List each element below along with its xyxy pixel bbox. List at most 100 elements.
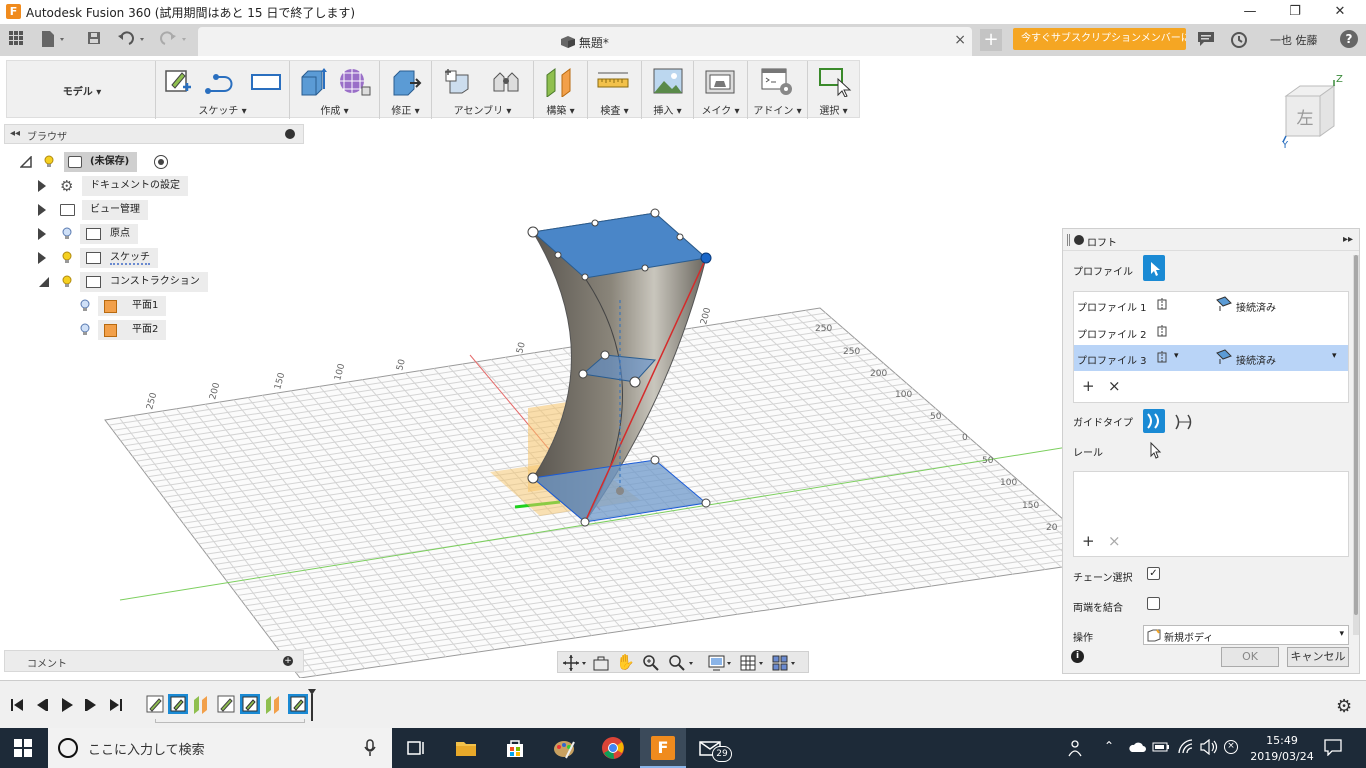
notifications-icon[interactable] [1324,738,1342,757]
continuity-icon[interactable] [1216,349,1232,365]
info-icon[interactable]: i [1071,650,1084,663]
zoom-icon[interactable] [642,654,660,672]
step-back-icon[interactable] [34,697,50,713]
remove-profile-button[interactable]: × [1108,377,1121,395]
close-both-ends-checkbox[interactable] [1147,597,1160,610]
microphone-icon[interactable] [364,739,376,757]
pan-hand-icon[interactable]: ✋ [616,653,635,671]
add-comment-icon[interactable]: + [283,656,293,666]
tree-row-sketches[interactable]: スケッチ [38,248,218,268]
add-profile-button[interactable]: + [1082,377,1095,395]
microsoft-store-icon[interactable] [503,736,527,760]
collapse-triangle-icon[interactable] [38,276,50,288]
rectangle-icon[interactable] [250,67,282,95]
lightbulb-on-icon[interactable] [62,275,72,288]
ok-button[interactable]: OK [1221,647,1279,667]
profile-row-1[interactable]: プロファイル 1 接続済み [1074,292,1348,318]
rail-select-icon[interactable] [1149,441,1163,459]
onedrive-icon[interactable] [1128,740,1146,754]
user-name[interactable]: 一也 佐藤 [1270,32,1318,48]
timeline-sketch-icon[interactable] [288,694,308,714]
tree-row-root[interactable]: (未保存) [20,152,200,172]
go-to-start-icon[interactable] [9,697,25,713]
app-grid-icon[interactable] [6,30,26,50]
collapse-browser-icon[interactable]: ◂◂ [10,128,20,139]
look-at-icon[interactable] [592,654,610,672]
document-tab[interactable]: 無題* × [198,27,972,56]
subscription-button[interactable]: 今すぐサブスクリプションメンバーに... [1013,28,1186,50]
job-status-icon[interactable] [1230,31,1248,49]
scripts-icon[interactable] [760,67,794,95]
display-settings-icon[interactable] [708,654,736,672]
help-icon[interactable]: ? [1340,30,1358,48]
grid-settings-icon[interactable] [740,654,768,672]
timeline-sketch-icon[interactable] [145,694,165,714]
view-cube[interactable]: 左 Z Y [1278,74,1350,151]
lightbulb-off-icon[interactable] [80,299,90,312]
timeline-marker[interactable] [308,689,316,721]
clock-time[interactable]: 15:49 [1254,734,1310,747]
close-tab-button[interactable]: × [954,32,966,48]
expand-triangle-icon[interactable] [38,180,46,192]
tree-row-origin[interactable]: 原点 [38,224,218,244]
new-component-icon[interactable] [444,67,476,95]
tree-row-construction[interactable]: コンストラクション [38,272,218,292]
taskbar-search-box[interactable]: ここに入力して検索 [48,728,392,768]
browser-minimize-icon[interactable] [285,129,295,139]
wifi-icon[interactable] [1178,739,1194,755]
continuity-icon[interactable] [1216,296,1232,312]
lightbulb-on-icon[interactable] [44,155,54,168]
show-hidden-icons-icon[interactable]: ⌃ [1104,739,1114,753]
spline-icon[interactable] [204,67,240,95]
viewports-icon[interactable] [772,654,800,672]
lightbulb-off-icon[interactable] [80,323,90,336]
chrome-icon[interactable] [601,736,625,760]
cancel-button[interactable]: キャンセル [1287,647,1349,667]
orbit-icon[interactable] [562,654,588,672]
close-window-button[interactable]: ✕ [1318,2,1362,22]
go-to-end-icon[interactable] [108,697,124,713]
dialog-collapse-icon[interactable] [1074,235,1084,245]
profile-edge-icon[interactable] [1156,324,1170,338]
lightbulb-off-icon[interactable] [62,227,72,240]
battery-icon[interactable] [1152,741,1170,753]
file-menu-icon[interactable] [38,30,70,50]
play-icon[interactable] [59,697,75,713]
guide-rail-button[interactable] [1143,409,1165,433]
zoom-window-icon[interactable] [668,654,696,672]
centerline-button[interactable] [1173,411,1195,433]
clock-date[interactable]: 2019/03/24 [1246,750,1318,763]
volume-icon[interactable] [1200,738,1218,756]
timeline-sketch-icon[interactable] [216,694,236,714]
maximize-button[interactable]: ❐ [1273,2,1317,22]
tree-row-plane1[interactable]: 平面1 [76,296,196,316]
create-sketch-icon[interactable] [164,67,192,95]
taskbar-fusion-active[interactable]: F [640,728,686,768]
chevron-down-icon[interactable]: ▾ [1174,351,1179,361]
select-icon[interactable] [818,67,852,98]
mail-icon[interactable]: 29 [698,736,734,762]
tree-row-named-views[interactable]: ビュー管理 [38,200,218,220]
insert-image-icon[interactable] [652,67,684,95]
chevron-down-icon[interactable]: ▾ [1332,351,1337,361]
profile-row-3[interactable]: プロファイル 3 ▾ 接続済み ▾ [1074,345,1348,371]
remove-rail-button[interactable]: × [1108,532,1121,550]
activate-radio-icon[interactable] [154,155,168,169]
expand-triangle-icon[interactable] [38,204,46,216]
timeline-plane-icon[interactable] [264,694,284,714]
timeline-settings-gear-icon[interactable]: ⚙ [1336,696,1352,717]
browser-header[interactable]: ◂◂ ブラウザ [4,124,304,144]
windows-start-icon[interactable] [14,739,32,757]
operation-select[interactable]: 新規ボディ ▾ [1143,625,1349,645]
comment-bubble-icon[interactable] [1197,31,1215,47]
expand-triangle-icon[interactable] [38,252,46,264]
3d-print-icon[interactable] [704,67,736,95]
profile-edge-icon[interactable] [1156,297,1170,311]
add-rail-button[interactable]: + [1082,532,1095,550]
collapse-triangle-icon[interactable] [20,156,32,168]
tree-row-plane2[interactable]: 平面2 [76,320,196,340]
form-icon[interactable] [338,67,372,96]
tree-row-document-settings[interactable]: ⚙ ドキュメントの設定 [38,176,218,196]
save-icon[interactable] [84,30,104,50]
lightbulb-on-icon[interactable] [62,251,72,264]
